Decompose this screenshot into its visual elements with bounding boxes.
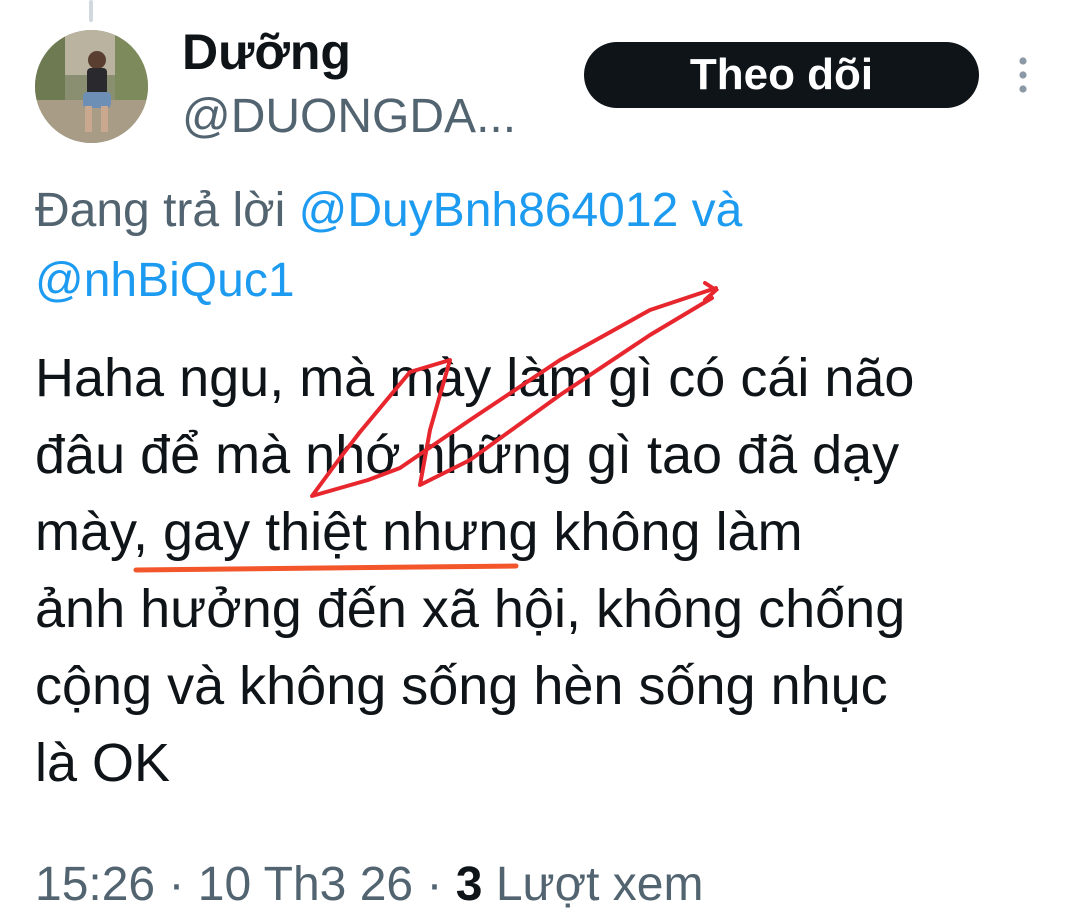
author-display-name[interactable]: Dưỡng [182,22,351,82]
reply-context: Đang trả lời @DuyBnh864012 và @nhBiQuc1 [35,176,1055,316]
reply-mention-link[interactable]: @nhBiQuc1 [35,254,295,307]
avatar[interactable] [35,30,148,143]
tweet-time[interactable]: 15:26 [35,858,155,911]
reply-context-conjunction: và [691,184,743,237]
reply-mention-link[interactable]: @DuyBnh864012 [299,184,679,237]
follow-button[interactable]: Theo dõi [584,42,979,108]
tweet-date[interactable]: 10 Th3 26 [198,858,413,911]
more-vertical-icon[interactable] [1008,54,1038,96]
thread-connector-line [89,0,93,22]
tweet-metadata: 15:26 · 10 Th3 26 · 3 Lượt xem [35,854,703,916]
separator-dot: · [168,858,185,911]
tweet-text: Haha ngu, mà mày làm gì có cái não đâu đ… [35,348,915,793]
separator-dot: · [426,858,443,911]
reply-context-prefix: Đang trả lời [35,184,286,237]
views-count: 3 [455,858,483,911]
views-label: Lượt xem [495,858,704,911]
avatar-photo [35,30,148,143]
author-handle[interactable]: @DUONGDA... [182,87,516,147]
